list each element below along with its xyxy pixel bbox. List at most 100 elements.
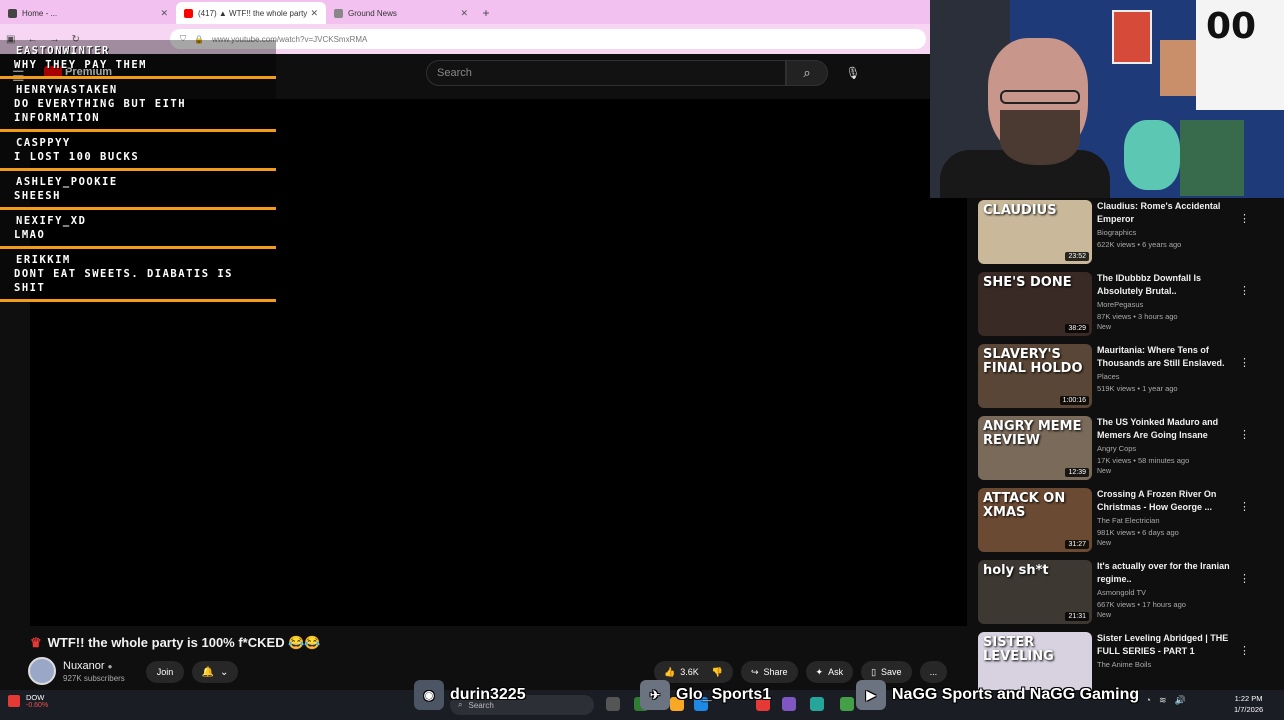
- stream-chat-overlay: EASTONWINTER WHY THEY PAY THEM HENRYWAST…: [0, 40, 276, 302]
- stock-down-icon: [8, 695, 20, 707]
- video-thumbnail[interactable]: SHE'S DONE 38:29: [978, 272, 1092, 336]
- channel-name[interactable]: Asmongold TV: [1097, 588, 1237, 597]
- video-info: Mauritania: Where Tens of Thousands are …: [1097, 344, 1237, 416]
- volume-icon[interactable]: 🔊: [1175, 695, 1186, 706]
- thumbnail-text: SHE'S DONE: [983, 275, 1072, 290]
- chat-message: EASTONWINTER WHY THEY PAY THEM: [0, 40, 276, 79]
- recommendations-sidebar: CLAUDIUS 23:52 Claudius: Rome's Accident…: [978, 200, 1284, 690]
- video-title[interactable]: Sister Leveling Abridged | THE FULL SERI…: [1097, 632, 1237, 658]
- save-label: Save: [881, 667, 902, 677]
- verified-icon: ●: [107, 661, 113, 671]
- video-title[interactable]: Claudius: Rome's Accidental Emperor: [1097, 200, 1237, 226]
- video-meta: 981K views • 6 days ago: [1097, 528, 1179, 537]
- new-badge: New: [1097, 324, 1112, 331]
- task-view-icon[interactable]: [606, 697, 620, 711]
- tab-close-icon[interactable]: ✕: [310, 8, 318, 19]
- webcam-figure: [1124, 120, 1180, 190]
- tab-youtube-video[interactable]: (417) ▲ WTF!! the whole party ✕: [176, 2, 326, 24]
- more-options-icon[interactable]: ⋮: [1239, 212, 1250, 225]
- new-tab-button[interactable]: +: [476, 2, 496, 24]
- video-thumbnail[interactable]: ANGRY MEME REVIEW 12:39: [978, 416, 1092, 480]
- channel-name[interactable]: Angry Cops: [1097, 444, 1237, 453]
- chat-username: NEXIFY_XD: [16, 215, 87, 227]
- channel-name[interactable]: MorePegasus: [1097, 300, 1237, 309]
- video-thumbnail[interactable]: ATTACK ON XMAS 31:27: [978, 488, 1092, 552]
- video-title[interactable]: It's actually over for the Iranian regim…: [1097, 560, 1237, 586]
- video-title[interactable]: The IDubbbz Downfall Is Absolutely Bruta…: [1097, 272, 1237, 298]
- video-info: The US Yoinked Maduro and Memers Are Goi…: [1097, 416, 1237, 488]
- video-title: ♛ WTF!! the whole party is 100% f*CKED 😂…: [30, 635, 321, 651]
- tab-home[interactable]: Home - ... ✕: [0, 2, 176, 24]
- app-icon[interactable]: [810, 697, 824, 711]
- new-badge: New: [1097, 540, 1112, 547]
- stock-widget[interactable]: DOW -0.60%: [8, 693, 48, 709]
- discord-handle: durin3225: [450, 686, 526, 703]
- chat-text: LMAO: [14, 229, 46, 241]
- chat-message: HENRYWASTAKEN DO EVERYTHING BUT EITH INF…: [0, 79, 276, 132]
- video-thumbnail[interactable]: holy sh*t 21:31: [978, 560, 1092, 624]
- discord-icon: ◉: [414, 680, 444, 710]
- like-count: 3.6K: [680, 667, 699, 677]
- recommended-video[interactable]: CLAUDIUS 23:52 Claudius: Rome's Accident…: [978, 200, 1284, 272]
- bookmark-icon: ▯: [871, 666, 877, 677]
- youtube-play-icon: ▶: [856, 680, 886, 710]
- video-thumbnail[interactable]: SLAVERY'S FINAL HOLDO 1:00:16: [978, 344, 1092, 408]
- recommended-video[interactable]: ANGRY MEME REVIEW 12:39 The US Yoinked M…: [978, 416, 1284, 488]
- chat-username: EASTONWINTER: [16, 45, 110, 57]
- tab-close-icon[interactable]: ✕: [160, 8, 168, 19]
- recommended-video[interactable]: holy sh*t 21:31 It's actually over for t…: [978, 560, 1284, 632]
- video-duration: 21:31: [1065, 612, 1089, 621]
- more-options-icon[interactable]: ⋮: [1239, 572, 1250, 585]
- tab-ground-news[interactable]: Ground News ✕: [326, 2, 476, 24]
- video-title[interactable]: Crossing A Frozen River On Christmas - H…: [1097, 488, 1237, 514]
- thumbs-down-icon[interactable]: 👎: [712, 667, 723, 678]
- video-thumbnail[interactable]: CLAUDIUS 23:52: [978, 200, 1092, 264]
- notification-bell-button[interactable]: 🔔 ⌄: [192, 661, 238, 683]
- more-options-icon[interactable]: ⋮: [1239, 644, 1250, 657]
- tab-close-icon[interactable]: ✕: [460, 8, 468, 19]
- app-icon[interactable]: [840, 697, 854, 711]
- twitter-overlay: ✈ Glo_Sports1: [640, 680, 771, 710]
- ask-button[interactable]: ✦ Ask: [805, 661, 854, 683]
- tab-favicon-icon: [334, 8, 343, 18]
- join-button[interactable]: Join: [146, 661, 184, 683]
- recommended-video[interactable]: ATTACK ON XMAS 31:27 Crossing A Frozen R…: [978, 488, 1284, 560]
- clock[interactable]: 1:22 PM 1/7/2026: [1234, 693, 1263, 715]
- channel-name[interactable]: Nuxanor ●: [63, 660, 125, 672]
- discord-icon[interactable]: [782, 697, 796, 711]
- more-options-icon[interactable]: ⋮: [1239, 284, 1250, 297]
- video-duration: 12:39: [1065, 468, 1089, 477]
- share-icon: ↪: [750, 666, 759, 677]
- more-options-icon[interactable]: ⋮: [1239, 500, 1250, 513]
- video-meta: 17K views • 58 minutes ago: [1097, 456, 1190, 465]
- tab-label: Ground News: [348, 8, 397, 18]
- thumbnail-text: ANGRY MEME REVIEW: [983, 419, 1082, 448]
- channel-name[interactable]: The Anime Boils: [1097, 660, 1237, 669]
- chat-text: WHY THEY PAY THEM: [14, 59, 147, 71]
- video-info: Crossing A Frozen River On Christmas - H…: [1097, 488, 1237, 560]
- channel-name[interactable]: Biographics: [1097, 228, 1237, 237]
- wifi-icon[interactable]: ≋: [1159, 695, 1167, 706]
- clock-date: 1/7/2026: [1234, 705, 1264, 714]
- channel-info: Nuxanor ● 927K subscribers: [28, 657, 125, 685]
- mic-button[interactable]: 🎙: [842, 62, 864, 84]
- recommended-video[interactable]: SLAVERY'S FINAL HOLDO 1:00:16 Mauritania…: [978, 344, 1284, 416]
- channel-name[interactable]: Places: [1097, 372, 1237, 381]
- channel-name[interactable]: The Fat Electrician: [1097, 516, 1237, 525]
- thumbs-up-icon: 👍: [664, 666, 676, 677]
- network-icon[interactable]: ◔: [1146, 695, 1151, 706]
- chat-message: ASHLEY_POOKIE SHEESH: [0, 171, 276, 210]
- chat-username: ERIKKIM: [16, 254, 71, 266]
- search-input[interactable]: Search: [426, 60, 786, 86]
- video-title[interactable]: Mauritania: Where Tens of Thousands are …: [1097, 344, 1237, 370]
- video-title[interactable]: The US Yoinked Maduro and Memers Are Goi…: [1097, 416, 1237, 442]
- channel-avatar[interactable]: [28, 657, 56, 685]
- channel-name-text: Nuxanor: [63, 659, 105, 672]
- more-options-icon[interactable]: ⋮: [1239, 428, 1250, 441]
- recommended-video[interactable]: SHE'S DONE 38:29 The IDubbbz Downfall Is…: [978, 272, 1284, 344]
- more-options-icon[interactable]: ⋮: [1239, 356, 1250, 369]
- search-button[interactable]: ⌕: [786, 60, 828, 86]
- alert-icon: ♛: [30, 635, 42, 650]
- twitter-bird-icon: ✈: [640, 680, 670, 710]
- url-field[interactable]: ⛉ 🔒 www.youtube.com/watch?v=JVCKSmxRMA: [170, 29, 926, 49]
